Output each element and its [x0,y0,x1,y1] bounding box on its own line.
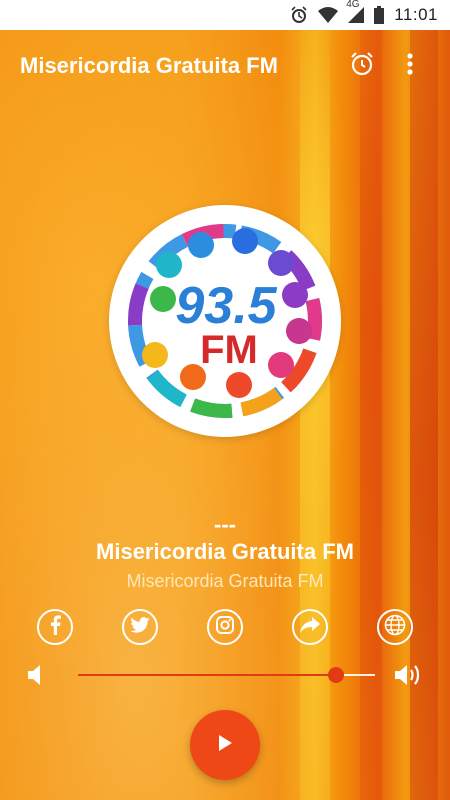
alarm-icon [290,6,308,24]
instagram-icon [215,615,235,640]
station-subtitle: Misericordia Gratuita FM [126,571,324,591]
signal-icon: 4G [346,0,365,23]
clock: 11:01 [394,5,438,24]
share-icon [300,616,320,638]
more-vert-icon [407,52,413,80]
volume-down-icon[interactable] [28,664,42,691]
app-bar: Misericordia Gratuita FM [0,30,450,102]
battery-icon [374,6,385,24]
status-bar: 4G 11:01 [0,0,450,30]
now-playing: --- Misericordia Gratuita FM Misericordi… [0,512,450,594]
website-button[interactable] [377,609,413,645]
play-icon [217,734,233,757]
facebook-button[interactable] [37,609,73,645]
volume-up-icon[interactable] [395,663,423,692]
social-bar [0,609,450,649]
twitter-icon [130,616,150,638]
volume-slider[interactable] [78,667,375,683]
station-logo: 93.5 FM [109,205,341,437]
app-title: Misericordia Gratuita FM [20,53,278,78]
network-type: 4G [346,0,360,10]
wifi-icon [318,7,339,23]
alarm-clock-icon [349,51,375,82]
station-name: Misericordia Gratuita FM [96,539,354,564]
logo-frequency: 93.5 [175,277,277,335]
volume-slider-fill [78,674,337,676]
overflow-menu-button[interactable] [390,46,430,86]
track-title: --- [214,512,236,537]
volume-slider-thumb[interactable] [328,667,345,683]
facebook-icon [48,614,62,640]
share-button[interactable] [292,609,328,645]
website-icon [384,614,406,641]
twitter-button[interactable] [122,609,158,645]
sleep-timer-button[interactable] [342,46,382,86]
logo-band: FM [200,328,258,372]
play-button[interactable] [190,710,260,780]
instagram-button[interactable] [207,609,243,645]
volume-control [0,660,450,692]
